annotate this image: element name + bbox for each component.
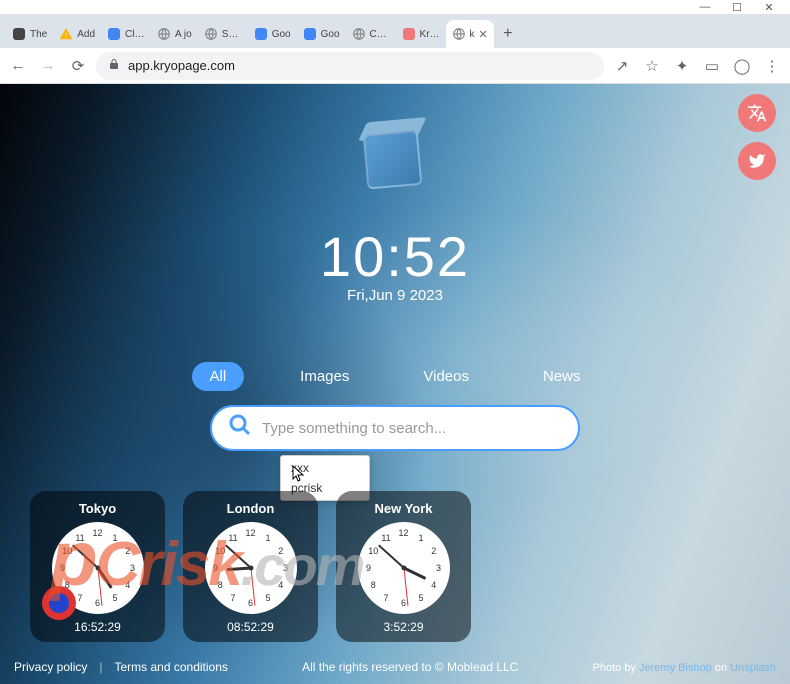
tab-close-icon[interactable]: ✕ — [479, 28, 488, 41]
share-icon[interactable]: ↗ — [610, 54, 634, 78]
tab-title: Goo — [272, 29, 291, 40]
clock-city-label: Tokyo — [38, 501, 157, 516]
photo-site-link[interactable]: Unsplash — [730, 662, 776, 674]
url-text: app.kryopage.com — [128, 58, 592, 73]
clock-face: 123456789101112 — [205, 522, 297, 614]
browser-tab-9[interactable]: k✕ — [446, 20, 494, 48]
search-input[interactable] — [262, 420, 562, 437]
page-footer: Privacy policy | Terms and conditions Al… — [0, 660, 790, 680]
window-minimize-button[interactable]: — — [698, 1, 712, 14]
tab-favicon-icon — [157, 27, 171, 41]
lock-icon — [108, 58, 120, 73]
world-clock-new-york: New York 123456789101112 3:52:29 — [336, 491, 471, 642]
watermark-badge-icon — [42, 586, 76, 620]
tab-title: A jo — [175, 29, 192, 40]
clock-face: 123456789101112 — [358, 522, 450, 614]
tab-favicon-icon — [59, 27, 73, 41]
tab-title: Goo — [321, 29, 340, 40]
tab-title: Kryo — [420, 29, 440, 40]
tab-favicon-icon — [254, 27, 268, 41]
photo-author-link[interactable]: Jeremy Bishop — [639, 662, 712, 674]
tab-title: k — [470, 29, 475, 40]
window-close-button[interactable]: ✕ — [762, 1, 776, 14]
search-tab-news[interactable]: News — [525, 362, 599, 391]
browser-tab-2[interactable]: Click — [101, 20, 151, 48]
browser-tabstrip: TheAddClickA joScorGooGooComKryok✕+ — [0, 14, 790, 48]
nav-back-button[interactable]: ← — [6, 54, 30, 78]
tab-title: The — [30, 29, 47, 40]
clock-digital-time: 16:52:29 — [38, 620, 157, 634]
window-maximize-button[interactable]: ☐ — [730, 1, 744, 14]
search-tab-all[interactable]: All — [192, 362, 245, 391]
tab-favicon-icon — [402, 27, 416, 41]
browser-tab-8[interactable]: Kryo — [396, 20, 446, 48]
search-icon — [228, 413, 252, 444]
browser-tab-6[interactable]: Goo — [297, 20, 346, 48]
clock-digital-time: 3:52:29 — [344, 620, 463, 634]
world-clock-tokyo: Tokyo12345678910111216:52:29 — [30, 491, 165, 642]
tab-title: Click — [125, 29, 145, 40]
browser-tab-7[interactable]: Com — [346, 20, 396, 48]
copyright-text: All the rights reserved to © Moblead LLC — [228, 660, 593, 674]
extensions-puzzle-icon[interactable]: ✦ — [670, 54, 694, 78]
browser-tab-5[interactable]: Goo — [248, 20, 297, 48]
search-tab-videos[interactable]: Videos — [405, 362, 487, 391]
browser-tab-0[interactable]: The — [6, 20, 53, 48]
browser-tab-1[interactable]: Add — [53, 20, 101, 48]
tab-favicon-icon — [12, 27, 26, 41]
tab-favicon-icon — [204, 27, 218, 41]
tab-favicon-icon — [452, 27, 466, 41]
address-bar[interactable]: app.kryopage.com — [96, 52, 604, 80]
privacy-policy-link[interactable]: Privacy policy — [14, 660, 87, 674]
main-clock-time: 10:52 — [0, 224, 790, 289]
terms-link[interactable]: Terms and conditions — [114, 660, 227, 674]
window-titlebar: — ☐ ✕ — [0, 0, 790, 14]
search-category-tabs: All Images Videos News — [0, 362, 790, 391]
app-logo — [355, 124, 435, 204]
tab-favicon-icon — [303, 27, 317, 41]
new-tab-button[interactable]: + — [494, 20, 522, 48]
clock-city-label: New York — [344, 501, 463, 516]
photo-credit: Photo by Jeremy Bishop on Unsplash — [593, 662, 776, 674]
tab-favicon-icon — [352, 27, 366, 41]
search-tab-images[interactable]: Images — [282, 362, 367, 391]
clock-digital-time: 08:52:29 — [191, 620, 310, 634]
browser-tab-3[interactable]: A jo — [151, 20, 198, 48]
page-content: 10:52 Fri,Jun 9 2023 All Images Videos News… — [0, 84, 790, 684]
main-clock-date: Fri,Jun 9 2023 — [0, 287, 790, 304]
tab-title: Scor — [222, 29, 242, 40]
world-clock-london: London 123456789101112 08:52:29 — [183, 491, 318, 642]
tab-title: Com — [370, 29, 390, 40]
browser-tab-4[interactable]: Scor — [198, 20, 248, 48]
tab-title: Add — [77, 29, 95, 40]
menu-kebab-icon[interactable]: ⋮ — [760, 54, 784, 78]
search-bar[interactable] — [210, 405, 580, 451]
profile-avatar-icon[interactable]: ◯ — [730, 54, 754, 78]
nav-forward-button[interactable]: → — [36, 54, 60, 78]
clock-city-label: London — [191, 501, 310, 516]
bookmark-star-icon[interactable]: ☆ — [640, 54, 664, 78]
side-panel-icon[interactable]: ▭ — [700, 54, 724, 78]
nav-reload-button[interactable]: ⟳ — [66, 54, 90, 78]
tab-favicon-icon — [107, 27, 121, 41]
browser-toolbar: ← → ⟳ app.kryopage.com ↗ ☆ ✦ ▭ ◯ ⋮ — [0, 48, 790, 84]
world-clocks: Tokyo12345678910111216:52:29London123456… — [30, 491, 471, 642]
mouse-cursor-icon — [292, 465, 306, 486]
